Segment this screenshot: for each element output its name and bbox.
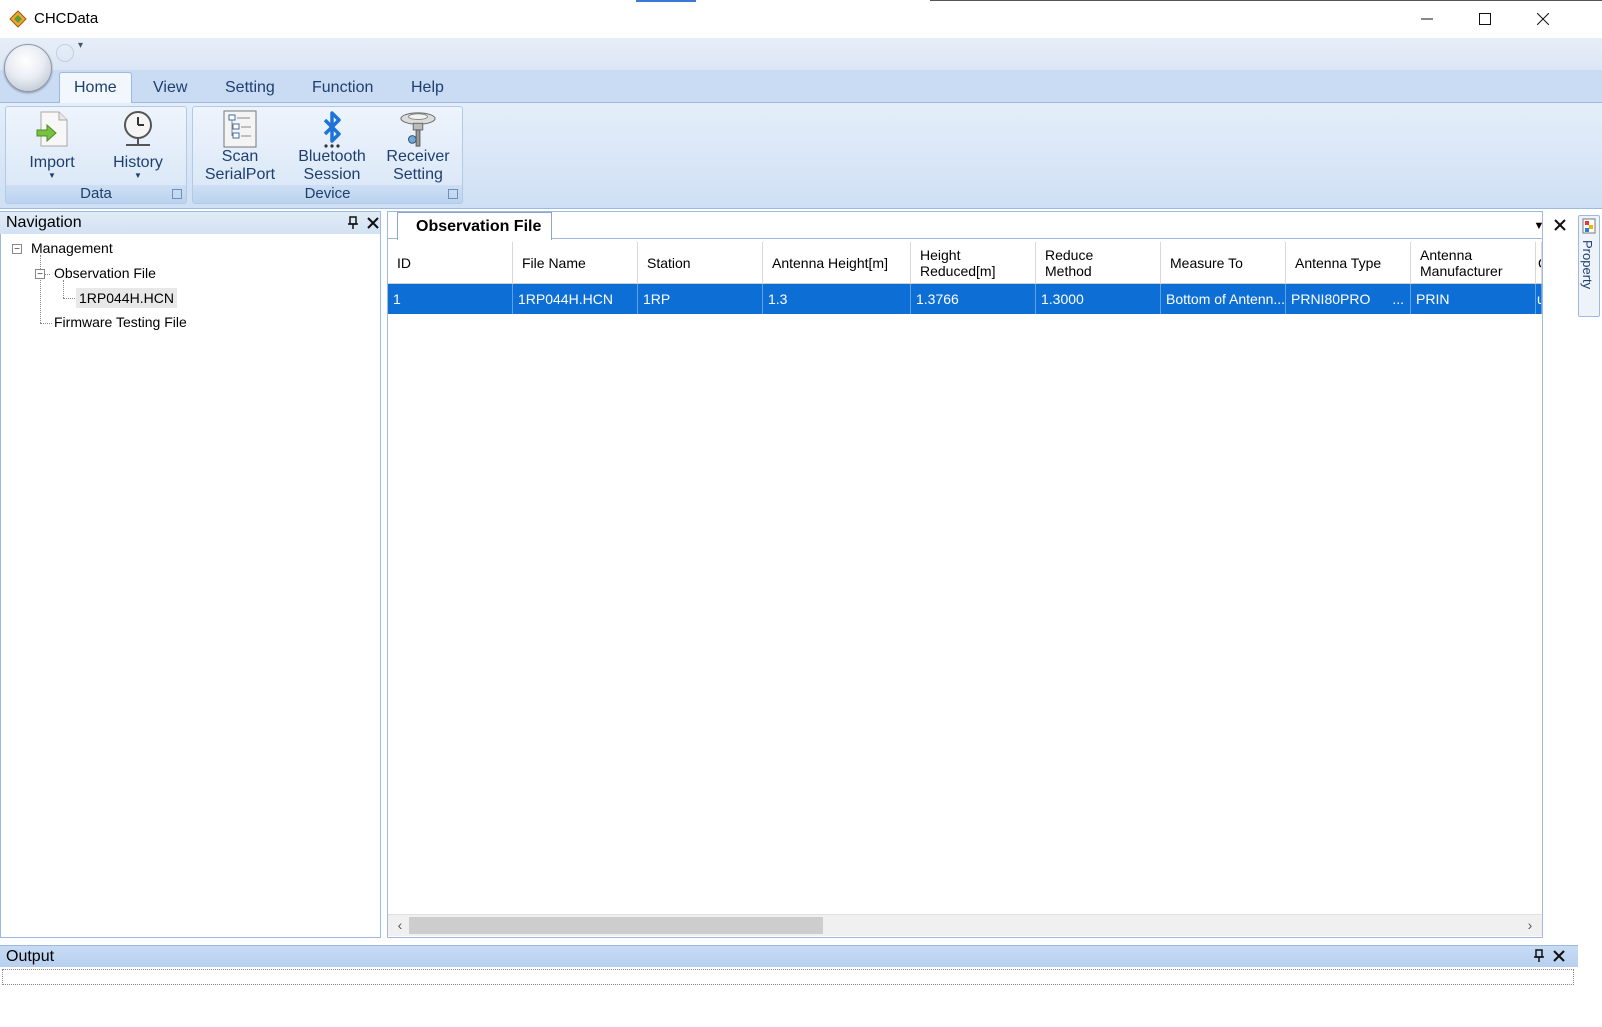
import-label: Import <box>29 154 75 171</box>
column-header-qc[interactable]: QC <box>1536 242 1542 284</box>
history-icon <box>119 110 157 148</box>
receiver-icon <box>399 110 437 148</box>
cell-antenna-type-ellipsis[interactable]: ... <box>1392 291 1404 307</box>
cell-reduce-method[interactable]: 1.3000 <box>1036 284 1161 314</box>
tree-item-firmware-testing[interactable]: Firmware Testing File <box>54 314 187 330</box>
application-menu-button[interactable] <box>4 44 52 92</box>
scan-serialport-button[interactable]: Scan SerialPort <box>200 110 280 184</box>
tree-line <box>40 255 41 323</box>
import-dropdown-icon: ▼ <box>48 171 56 180</box>
cell-station[interactable]: 1RP <box>638 284 763 314</box>
document-tab-strip <box>388 212 1542 239</box>
taskbar-highlight <box>636 0 696 2</box>
tab-home[interactable]: Home <box>59 72 132 103</box>
window-title: CHCData <box>34 10 99 27</box>
cell-antenna-type[interactable]: PRNI80PRO ... <box>1286 284 1411 314</box>
navigation-title: Navigation <box>6 214 82 231</box>
output-header: Output <box>0 945 1578 967</box>
scroll-right-icon[interactable]: › <box>1520 914 1540 936</box>
quick-access-dropdown-icon[interactable]: ▾ <box>78 40 83 51</box>
history-label: History <box>113 154 163 171</box>
group-launcher-data[interactable] <box>172 189 182 199</box>
close-button[interactable] <box>1514 0 1572 38</box>
tree-item-management[interactable]: Management <box>31 240 113 256</box>
quick-access-toolbar <box>0 38 1602 70</box>
column-header-station[interactable]: Station <box>638 242 763 284</box>
column-header-antenna-type[interactable]: Antenna Type <box>1286 242 1411 284</box>
tree-collapse-icon[interactable]: − <box>35 269 45 280</box>
column-header-id[interactable]: ID <box>388 242 513 284</box>
column-header-reduce-method[interactable]: Reduce Method <box>1036 242 1161 284</box>
cell-id[interactable]: 1 <box>388 284 513 314</box>
property-label: Property <box>1580 240 1595 290</box>
title-bar <box>0 0 1602 38</box>
cell-antenna-height[interactable]: 1.3 <box>763 284 911 314</box>
bluetooth-icon <box>313 110 351 148</box>
column-header-file-name[interactable]: File Name <box>513 242 638 284</box>
maximize-button[interactable] <box>1456 0 1514 38</box>
tree-item-hcn-file[interactable]: 1RP044H.HCN <box>76 288 177 308</box>
property-icon <box>1582 218 1596 234</box>
navigation-pin-icon[interactable] <box>344 213 362 233</box>
history-button[interactable]: History ▼ <box>106 110 170 180</box>
navigation-header: Navigation <box>0 212 380 234</box>
tab-help[interactable]: Help <box>397 72 458 103</box>
scan-serialport-label-line2: SerialPort <box>204 166 276 183</box>
group-launcher-device[interactable] <box>448 189 458 199</box>
minimize-icon <box>1421 18 1433 20</box>
output-title: Output <box>6 947 55 965</box>
cell-qc[interactable]: unse <box>1536 284 1542 314</box>
tree-line <box>40 323 52 324</box>
scan-serialport-icon <box>221 110 259 148</box>
document-close-icon[interactable] <box>1551 215 1569 235</box>
import-icon <box>33 110 71 148</box>
tree-line <box>63 298 75 299</box>
receiver-label-line1: Receiver <box>386 148 450 165</box>
scroll-left-icon[interactable]: ‹ <box>390 914 410 936</box>
bluetooth-label-line2: Session <box>303 166 361 183</box>
column-header-measure-to[interactable]: Measure To <box>1161 242 1286 284</box>
group-label-data: Data <box>6 185 186 203</box>
document-list-dropdown-icon[interactable]: ▼ <box>1530 216 1548 236</box>
document-tab-title: Observation File <box>416 217 542 235</box>
scan-serialport-label-line1: Scan <box>221 148 259 165</box>
cell-antenna-type-value: PRNI80PRO <box>1291 291 1371 307</box>
tab-view[interactable]: View <box>139 72 201 103</box>
tab-setting[interactable]: Setting <box>211 72 289 103</box>
column-header-height-reduced[interactable]: Height Reduced[m] <box>911 242 1036 284</box>
cell-height-reduced[interactable]: 1.3766 <box>911 284 1036 314</box>
group-label-device: Device <box>193 185 462 203</box>
column-header-antenna-manufacturer[interactable]: Antenna Manufacturer <box>1411 242 1536 284</box>
bluetooth-label-line1: Bluetooth <box>298 148 366 165</box>
import-button[interactable]: Import ▼ <box>20 110 84 180</box>
bluetooth-session-button[interactable]: Bluetooth Session <box>288 110 376 184</box>
history-dropdown-icon: ▼ <box>134 171 142 180</box>
output-close-icon[interactable] <box>1550 946 1568 966</box>
quick-access-ghost <box>56 44 74 62</box>
document-area <box>387 211 1543 938</box>
tree-item-observation-file[interactable]: Observation File <box>54 265 156 281</box>
tree-collapse-icon[interactable]: − <box>12 244 22 255</box>
output-pin-icon[interactable] <box>1530 946 1548 966</box>
close-icon <box>1537 13 1549 25</box>
cell-file-name[interactable]: 1RP044H.HCN <box>513 284 638 314</box>
tree-line <box>63 280 64 298</box>
maximize-icon <box>1479 13 1491 25</box>
tab-observation-file[interactable]: Observation File <box>397 212 552 240</box>
tab-function[interactable]: Function <box>298 72 387 103</box>
receiver-label-line2: Setting <box>393 166 443 183</box>
cell-measure-to[interactable]: Bottom of Antenn... <box>1161 284 1286 314</box>
cell-manufacturer[interactable]: PRIN <box>1411 284 1536 314</box>
navigation-close-icon[interactable] <box>364 213 382 233</box>
output-text-area[interactable] <box>2 969 1574 985</box>
chcdata-logo-icon <box>9 10 27 28</box>
column-header-antenna-height[interactable]: Antenna Height[m] <box>763 242 911 284</box>
receiver-setting-button[interactable]: Receiver Setting <box>378 110 458 184</box>
scrollbar-thumb[interactable] <box>409 917 823 934</box>
minimize-button[interactable] <box>1398 0 1456 38</box>
